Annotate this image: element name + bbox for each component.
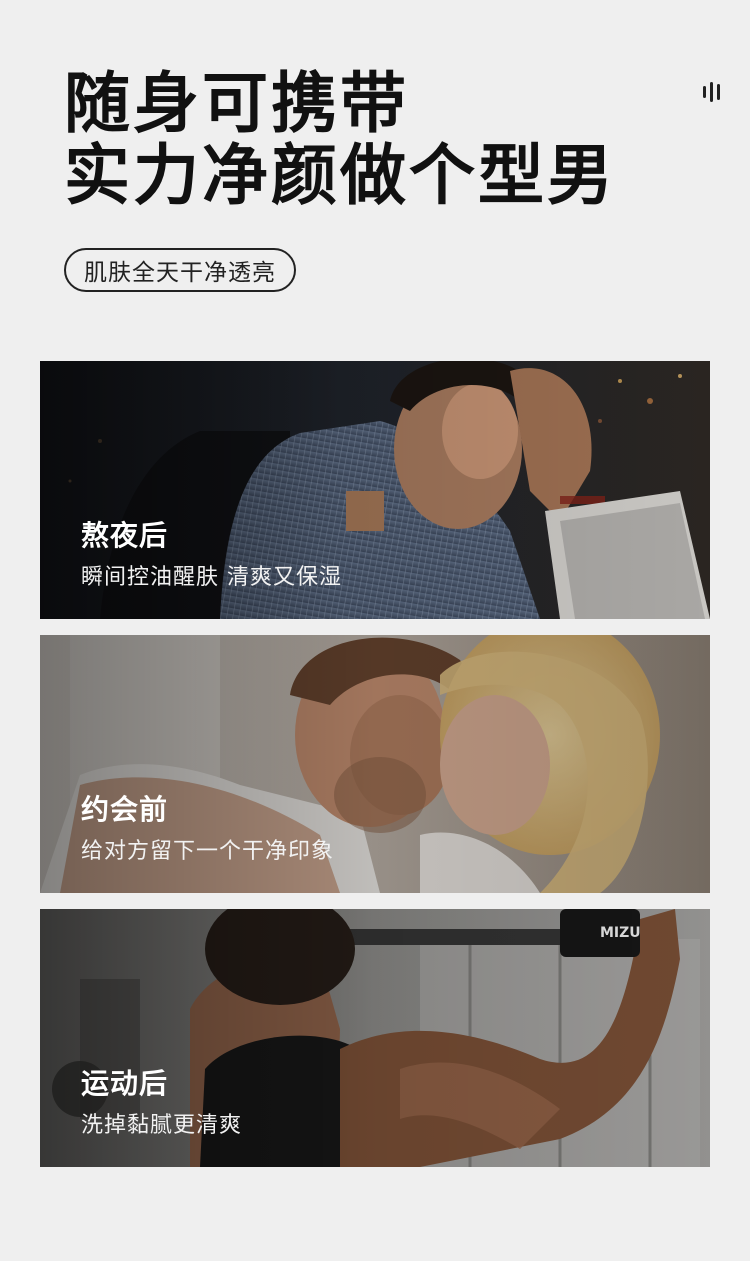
card-late-night: 熬夜后 瞬间控油醒肤 清爽又保湿 [40,361,710,619]
card-late-night-title: 熬夜后 [81,519,169,552]
card-before-date: 约会前 给对方留下一个干净印象 [40,635,710,893]
headline: 随身可携带 实力净颜做个型男 [64,68,616,212]
headline-line-1: 随身可携带 [64,65,409,142]
card-before-date-title: 约会前 [81,793,169,826]
card-before-date-desc: 给对方留下一个干净印象 [81,839,335,864]
skin-badge: 肌肤全天干净透亮 [64,248,296,292]
card-before-date-text: 约会前 给对方留下一个干净印象 [81,792,334,868]
card-late-night-text: 熬夜后 瞬间控油醒肤 清爽又保湿 [81,518,342,594]
card-after-workout-desc: 洗掉黏腻更清爽 [81,1113,243,1138]
glove-brand-text: MIZU [600,925,641,941]
card-after-workout-text: 运动后 洗掉黏腻更清爽 [81,1066,242,1142]
headline-line-2: 实力净颜做个型男 [64,137,616,214]
card-after-workout: MIZU 运动后 洗掉黏腻更清爽 [40,909,710,1167]
card-after-workout-title: 运动后 [81,1067,169,1100]
card-late-night-desc: 瞬间控油醒肤 清爽又保湿 [81,565,342,590]
menu-bars-icon[interactable] [700,80,724,104]
